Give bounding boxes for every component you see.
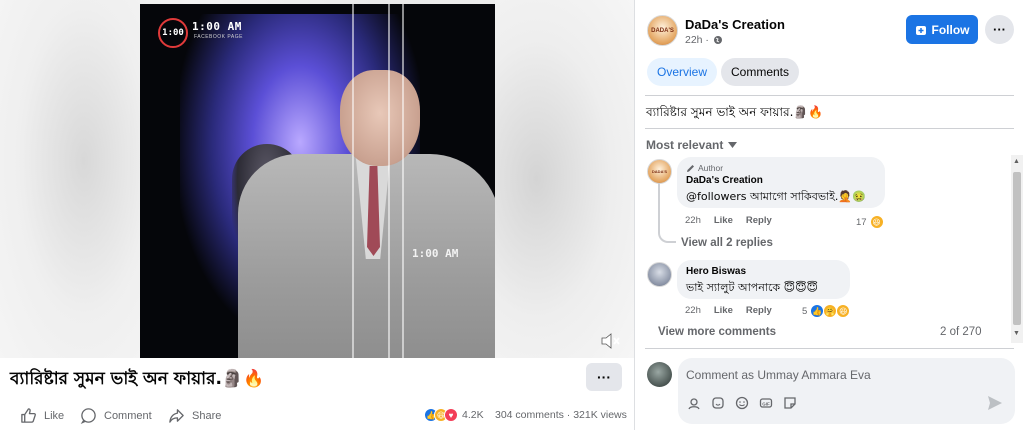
send-icon[interactable] — [986, 394, 1004, 412]
section-divider — [645, 128, 1014, 129]
view-replies-link[interactable]: View all 2 replies — [681, 237, 773, 249]
comment-text: ভাই স্যালুট আপনাকে 😇😇😇 — [686, 281, 819, 294]
tab-comments[interactable]: Comments — [721, 58, 800, 86]
care-reaction-icon: 🤗 — [823, 304, 838, 318]
comment-meta: 22h Like Reply — [685, 305, 772, 316]
comment-reply-button[interactable]: Reply — [746, 215, 772, 226]
reaction-count: 4.2K — [462, 409, 484, 421]
clock-overlay-text: 1:00 AM — [412, 247, 459, 260]
like-button[interactable]: Like — [20, 407, 64, 424]
section-divider — [645, 95, 1014, 96]
clock-text: 1:00 AM — [192, 20, 242, 33]
comment-text: @followers আমাগো সাকিবভাই.🤦🤢 — [686, 190, 866, 203]
sticker-pack-icon[interactable] — [782, 395, 798, 411]
avatar-sticker-icon[interactable] — [686, 395, 702, 411]
gif-icon[interactable]: GIF — [758, 395, 774, 411]
post-description: ব্যারিষ্টার সুমন ভাই অন ফায়ার.🗿🔥 — [646, 105, 824, 119]
comment-button[interactable]: Comment — [80, 407, 152, 424]
sort-label: Most relevant — [646, 138, 724, 152]
page-name[interactable]: DaDa's Creation — [685, 17, 785, 32]
video-glitch-line — [388, 4, 390, 358]
share-label: Share — [192, 409, 222, 422]
page-avatar[interactable]: DADA'S — [647, 15, 678, 46]
follow-icon — [915, 25, 926, 35]
comment-avatar[interactable]: DADA'S — [647, 159, 672, 184]
header-more-button[interactable]: ··· — [985, 15, 1014, 44]
comment-page-count: 2 of 270 — [940, 326, 982, 338]
comment-likes: 17 — [856, 216, 867, 228]
comment-reply-button[interactable]: Reply — [746, 305, 772, 316]
comment-composer[interactable]: Comment as Ummay Ammara Eva GIF — [678, 358, 1015, 424]
comment-reaction-count[interactable]: 17 😆 — [856, 215, 884, 229]
comment-meta: 22h Like Reply — [685, 215, 772, 226]
like-reaction-icon: 👍 — [810, 304, 825, 318]
comment-input[interactable]: Comment as Ummay Ammara Eva — [686, 368, 871, 382]
comment-sort-dropdown[interactable]: Most relevant — [646, 138, 738, 152]
follow-label: Follow — [931, 22, 970, 37]
comment-bubble: Author DaDa's Creation @followers আমাগো … — [677, 157, 885, 208]
share-button[interactable]: Share — [168, 407, 221, 424]
comment-reaction-count[interactable]: 5 👍 🤗 😆 — [802, 304, 851, 318]
video-glitch-line — [352, 4, 354, 358]
post-media-panel: 1:00 1:00 AM FACEBOOK PAGE 1:00 AM ব্যার… — [0, 0, 634, 430]
post-more-button[interactable]: ··· — [586, 363, 622, 391]
comment-author[interactable]: Hero Biswas — [686, 266, 841, 277]
video-stage[interactable]: 1:00 1:00 AM FACEBOOK PAGE 1:00 AM — [0, 0, 634, 358]
comment-avatar[interactable] — [647, 262, 672, 287]
comment-bubble: Hero Biswas ভাই স্যালুট আপনাকে 😇😇😇 — [677, 260, 850, 299]
video-glitch-line — [402, 4, 404, 358]
author-tag-label: Author — [698, 163, 724, 173]
reaction-summary[interactable]: 👍 😆 ♥ 4.2K — [424, 408, 484, 422]
haha-reaction-icon: 😆 — [836, 304, 851, 318]
comments-scrollbar-thumb[interactable] — [1013, 172, 1021, 325]
pencil-icon — [687, 164, 694, 172]
thumbs-up-icon — [21, 408, 36, 423]
comment-time[interactable]: 22h — [685, 215, 701, 226]
follow-button[interactable]: Follow — [906, 15, 978, 44]
video-blur-right — [495, 0, 634, 358]
chevron-down-icon — [728, 142, 738, 148]
clock-badge: 1:00 — [158, 18, 188, 48]
post-timestamp: 22h · — [685, 34, 723, 46]
comment-likes: 5 — [802, 305, 808, 317]
reply-thread-line — [658, 183, 676, 243]
comment-time[interactable]: 22h — [685, 305, 701, 316]
video-player[interactable]: 1:00 1:00 AM FACEBOOK PAGE 1:00 AM — [140, 4, 495, 358]
sticker-icon[interactable] — [710, 395, 726, 411]
post-time[interactable]: 22h · — [685, 34, 709, 46]
comment-author[interactable]: DaDa's Creation — [686, 175, 876, 186]
section-divider — [645, 348, 1014, 349]
comment-like-button[interactable]: Like — [714, 215, 733, 226]
globe-icon — [713, 36, 722, 44]
scroll-up-arrow-icon[interactable]: ▲ — [1013, 158, 1020, 165]
comments-panel: DADA'S DaDa's Creation 22h · Follow ··· … — [635, 0, 1029, 430]
video-blur-left — [0, 0, 140, 358]
comment-like-button[interactable]: Like — [714, 305, 733, 316]
facebook-video-post-view: 1:00 1:00 AM FACEBOOK PAGE 1:00 AM ব্যার… — [0, 0, 1029, 430]
post-action-bar: Like Comment Share 👍 😆 ♥ 4.2K 304 commen… — [0, 402, 634, 430]
comment-icon — [80, 408, 96, 424]
tab-overview[interactable]: Overview — [647, 58, 718, 86]
view-more-comments-link[interactable]: View more comments — [658, 326, 776, 338]
composer-toolbar: GIF — [686, 395, 798, 411]
comment-label: Comment — [104, 409, 152, 422]
svg-text:GIF: GIF — [762, 401, 770, 406]
love-reaction-icon: ♥ — [444, 408, 458, 422]
current-user-avatar — [647, 362, 672, 387]
share-icon — [169, 409, 184, 423]
clock-subtitle: FACEBOOK PAGE — [194, 34, 243, 40]
like-label: Like — [44, 409, 65, 422]
author-badge: Author — [686, 163, 876, 173]
scroll-down-arrow-icon[interactable]: ▼ — [1013, 330, 1020, 337]
post-caption: ব্যারিষ্টার সুমন ভাই অন ফায়ার.🗿🔥 — [10, 369, 265, 389]
volume-icon[interactable] — [600, 331, 622, 351]
post-stats[interactable]: 304 comments · 321K views — [495, 409, 627, 421]
haha-reaction-icon: 😆 — [869, 215, 884, 229]
emoji-icon[interactable] — [734, 395, 750, 411]
